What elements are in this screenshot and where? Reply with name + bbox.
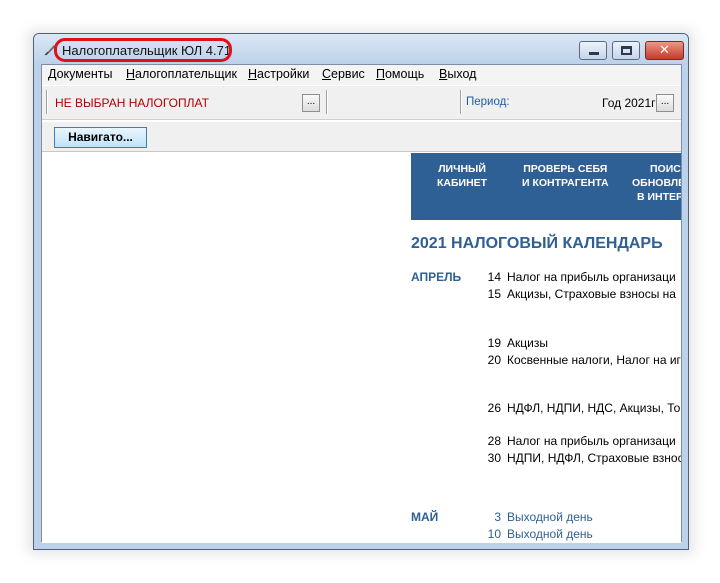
calendar-day: 30 (487, 451, 501, 465)
taxpayer-name: НЕ ВЫБРАН НАЛОГОПЛАТ (55, 96, 209, 110)
service-banner: ЛИЧНЫЙ КАБИНЕТ ПРОВЕРЬ СЕБЯ И КОНТРАГЕНТ… (411, 153, 681, 220)
calendar-entry[interactable]: Акцизы, Страховые взносы на (507, 287, 676, 301)
banner-check-counterparty[interactable]: ПРОВЕРЬ СЕБЯ И КОНТРАГЕНТА (522, 162, 609, 190)
banner-personal-account[interactable]: ЛИЧНЫЙ КАБИНЕТ (437, 162, 487, 190)
calendar-entry[interactable]: Налог на прибыль организаци (507, 270, 676, 284)
menu-help[interactable]: Помощь (376, 67, 424, 81)
select-period-button[interactable]: ... (656, 94, 674, 112)
toolbar-separator (326, 90, 328, 114)
banner-line: И КОНТРАГЕНТА (522, 177, 609, 189)
month-april: АПРЕЛЬ (411, 270, 462, 284)
banner-line: ПРОВЕРЬ СЕБЯ (523, 163, 608, 175)
calendar-day: 20 (487, 353, 501, 367)
minimize-icon (589, 52, 599, 55)
calendar-day: 14 (487, 270, 501, 284)
menu-taxpayer[interactable]: Налогоплательщик (126, 67, 237, 81)
select-taxpayer-button[interactable]: ... (302, 94, 320, 112)
calendar-entry[interactable]: Выходной день (507, 527, 593, 541)
toolbar: НЕ ВЫБРАН НАЛОГОПЛАТ ... Период: Год 202… (42, 86, 681, 120)
month-may: МАЙ (411, 510, 439, 524)
toolbar-separator (46, 90, 48, 114)
minimize-button[interactable] (579, 41, 607, 60)
calendar-day: 10 (487, 527, 501, 541)
title-highlight-annotation (54, 38, 232, 62)
calendar-entry[interactable]: Акцизы (507, 336, 548, 350)
maximize-button[interactable] (612, 41, 640, 60)
client-area: Документы Налогоплательщик Настройки Сер… (41, 64, 682, 543)
period-value: Год 2021г (602, 96, 656, 110)
calendar-entry[interactable]: НДПИ, НДФЛ, Страховые взнос (507, 451, 681, 465)
app-window: Налогоплательщик ЮЛ 4.71 ✕ Документы Нал… (33, 33, 689, 550)
calendar-day: 28 (487, 434, 501, 448)
calendar-day: 3 (494, 510, 501, 524)
menu-bar: Документы Налогоплательщик Настройки Сер… (42, 65, 681, 85)
title-bar[interactable]: Налогоплательщик ЮЛ 4.71 ✕ (34, 34, 688, 64)
start-page: ЛИЧНЫЙ КАБИНЕТ ПРОВЕРЬ СЕБЯ И КОНТРАГЕНТ… (42, 153, 681, 543)
close-button[interactable]: ✕ (645, 41, 684, 60)
menu-settings[interactable]: Настройки (248, 67, 309, 81)
banner-line: ЛИЧНЫЙ (438, 163, 486, 175)
close-icon: ✕ (659, 43, 670, 58)
calendar-day: 15 (487, 287, 501, 301)
banner-line: КАБИНЕТ (437, 177, 488, 189)
calendar-day: 26 (487, 401, 501, 415)
menu-documents[interactable]: Документы (48, 67, 112, 81)
banner-line: ПОИС (650, 163, 681, 175)
navigator-button[interactable]: Навигато... (54, 127, 147, 148)
menu-exit[interactable]: Выход (439, 67, 476, 81)
calendar-entry[interactable]: Выходной день (507, 510, 593, 524)
period-label: Период: (466, 96, 510, 108)
menu-service[interactable]: Сервис (322, 67, 365, 81)
banner-search-updates[interactable]: ПОИС ОБНОВЛЕ В ИНТЕР (632, 162, 681, 204)
calendar-title: 2021 НАЛОГОВЫЙ КАЛЕНДАРЬ (411, 235, 663, 252)
calendar-entry[interactable]: Налог на прибыль организаци (507, 434, 676, 448)
banner-line: ОБНОВЛЕ (632, 177, 681, 189)
banner-line: В ИНТЕР (637, 191, 681, 203)
calendar-day: 19 (487, 336, 501, 350)
navigator-bar: Навигато... (42, 122, 681, 152)
toolbar-separator (460, 90, 462, 114)
calendar-entry[interactable]: НДФЛ, НДПИ, НДС, Акцизы, То (507, 401, 680, 415)
calendar-entry[interactable]: Косвенные налоги, Налог на иг (507, 353, 681, 367)
maximize-icon (621, 46, 632, 55)
